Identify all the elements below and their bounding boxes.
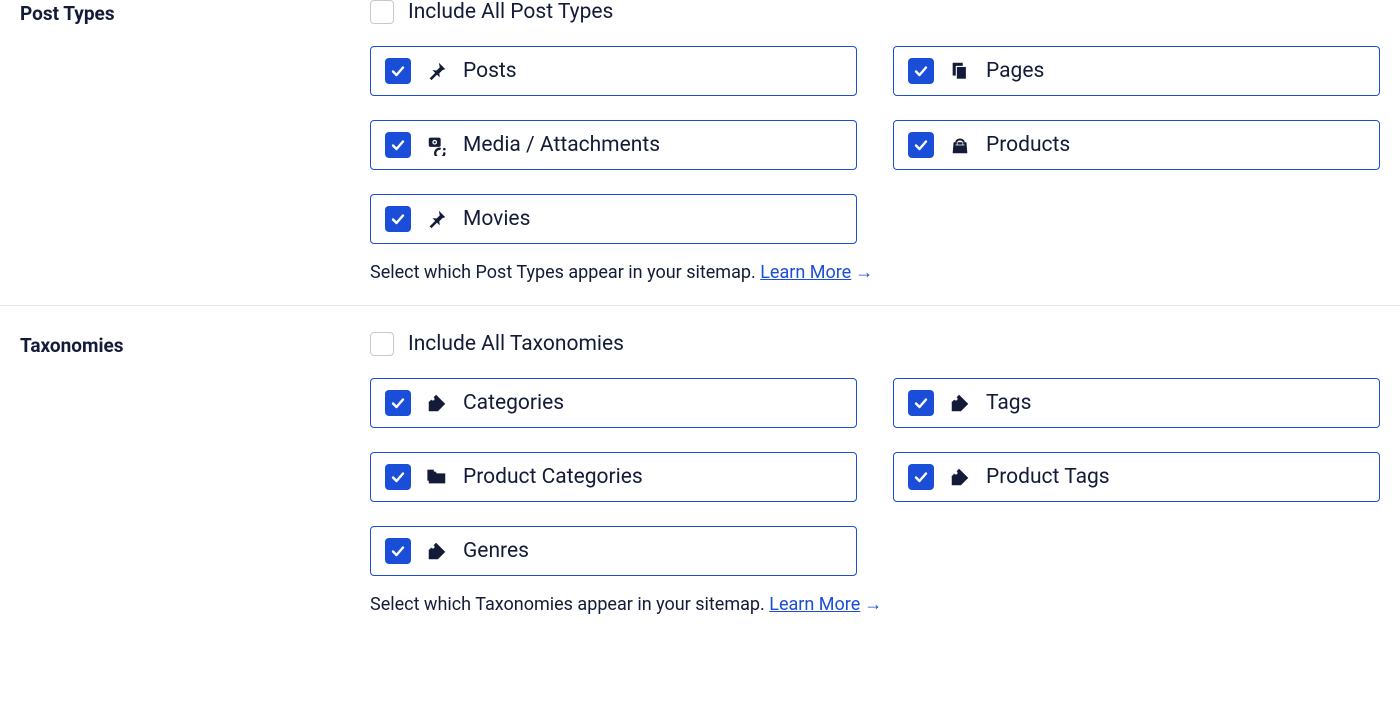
taxonomy-item-product-categories[interactable]: Product Categories: [370, 452, 857, 502]
item-label: Product Tags: [986, 465, 1110, 489]
taxonomies-content: Include All Taxonomies Categories Tags P…: [370, 332, 1380, 637]
bag-icon: [948, 133, 972, 157]
post-types-heading: Post Types: [20, 0, 370, 305]
learn-more-link[interactable]: Learn More: [760, 262, 851, 283]
arrow-right-icon: →: [855, 262, 873, 283]
tag-icon: [948, 391, 972, 415]
item-label: Products: [986, 133, 1070, 157]
media-icon: [425, 133, 449, 157]
taxonomy-item-categories[interactable]: Categories: [370, 378, 857, 428]
item-label: Product Categories: [463, 465, 643, 489]
checkbox-checked-icon: [908, 464, 934, 490]
checkbox-checked-icon: [908, 58, 934, 84]
checkbox-checked-icon: [385, 58, 411, 84]
post-types-section: Post Types Include All Post Types Posts …: [0, 0, 1400, 305]
tag-icon: [425, 391, 449, 415]
post-type-item-pages[interactable]: Pages: [893, 46, 1380, 96]
post-types-content: Include All Post Types Posts Pages Media…: [370, 0, 1380, 305]
learn-more-link[interactable]: Learn More: [769, 594, 860, 615]
taxonomies-section: Taxonomies Include All Taxonomies Catego…: [0, 305, 1400, 637]
item-label: Categories: [463, 391, 564, 415]
item-label: Pages: [986, 59, 1044, 83]
checkbox-unchecked-icon: [370, 0, 394, 24]
checkbox-checked-icon: [385, 464, 411, 490]
checkbox-checked-icon: [385, 206, 411, 232]
item-label: Movies: [463, 207, 530, 231]
helper-text: Select which Post Types appear in your s…: [370, 262, 756, 283]
post-type-item-products[interactable]: Products: [893, 120, 1380, 170]
item-label: Tags: [986, 391, 1031, 415]
post-types-helper: Select which Post Types appear in your s…: [370, 262, 1380, 283]
include-all-taxonomies-checkbox[interactable]: Include All Taxonomies: [370, 332, 1380, 356]
taxonomy-item-product-tags[interactable]: Product Tags: [893, 452, 1380, 502]
taxonomies-helper: Select which Taxonomies appear in your s…: [370, 594, 1380, 615]
checkbox-checked-icon: [385, 390, 411, 416]
post-type-item-posts[interactable]: Posts: [370, 46, 857, 96]
folder-icon: [425, 465, 449, 489]
taxonomy-item-tags[interactable]: Tags: [893, 378, 1380, 428]
post-type-item-media[interactable]: Media / Attachments: [370, 120, 857, 170]
helper-text: Select which Taxonomies appear in your s…: [370, 594, 765, 615]
item-label: Media / Attachments: [463, 133, 660, 157]
pin-icon: [425, 207, 449, 231]
taxonomies-heading: Taxonomies: [20, 332, 370, 637]
item-label: Posts: [463, 59, 517, 83]
tag-icon: [425, 539, 449, 563]
include-all-post-types-checkbox[interactable]: Include All Post Types: [370, 0, 1380, 24]
item-label: Genres: [463, 539, 529, 563]
include-all-taxonomies-label: Include All Taxonomies: [408, 332, 624, 356]
tag-icon: [948, 465, 972, 489]
post-type-item-movies[interactable]: Movies: [370, 194, 857, 244]
post-types-grid: Posts Pages Media / Attachments Products: [370, 46, 1380, 244]
pages-icon: [948, 59, 972, 83]
checkbox-unchecked-icon: [370, 332, 394, 356]
taxonomy-item-genres[interactable]: Genres: [370, 526, 857, 576]
checkbox-checked-icon: [908, 132, 934, 158]
include-all-post-types-label: Include All Post Types: [408, 0, 613, 24]
taxonomies-grid: Categories Tags Product Categories Produ…: [370, 378, 1380, 576]
checkbox-checked-icon: [908, 390, 934, 416]
arrow-right-icon: →: [864, 594, 882, 615]
checkbox-checked-icon: [385, 538, 411, 564]
checkbox-checked-icon: [385, 132, 411, 158]
pin-icon: [425, 59, 449, 83]
